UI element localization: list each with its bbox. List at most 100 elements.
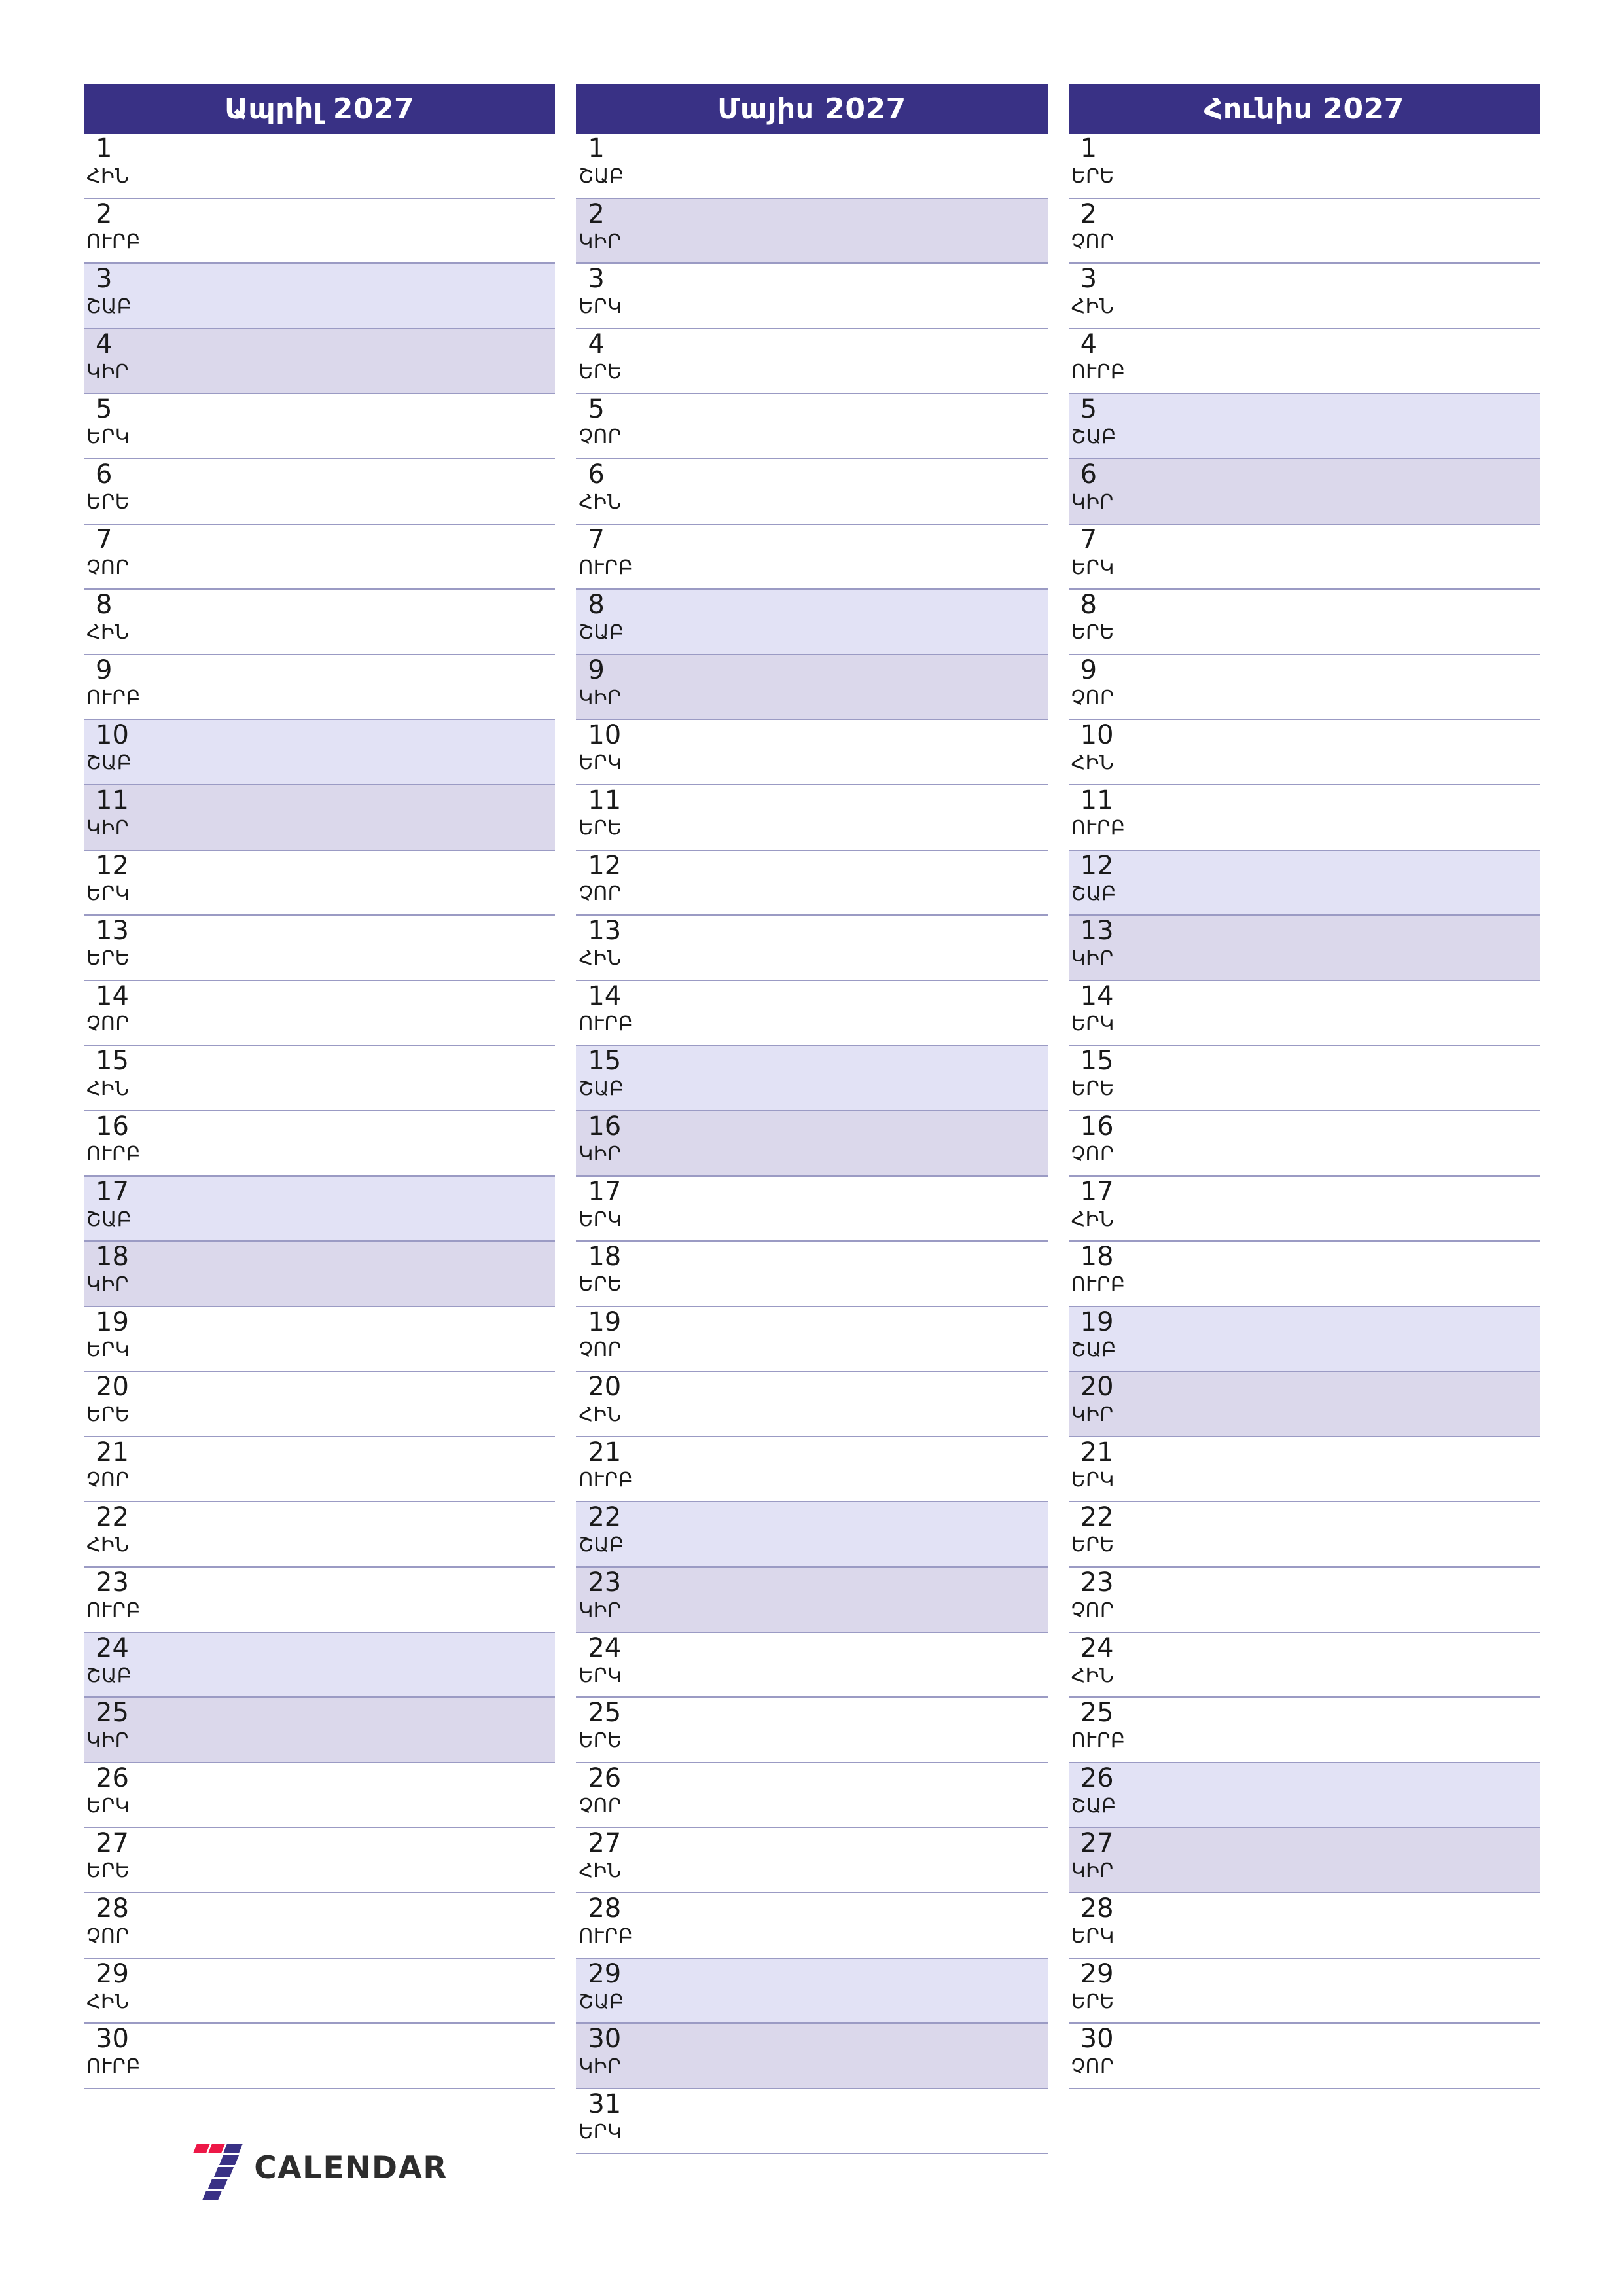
day-row[interactable]: 11 ԿԻՐ [84, 785, 556, 851]
day-row[interactable]: 22 ՇԱԲ [576, 1502, 1048, 1568]
day-row[interactable]: 14 ԵՐԿ [1068, 980, 1540, 1047]
day-row[interactable]: 30 ՉՈՐ [1068, 2024, 1540, 2089]
day-row[interactable]: 3 ԵՐԿ [576, 264, 1048, 329]
day-row[interactable]: 2 ԿԻՐ [576, 198, 1048, 264]
day-row[interactable]: 25 ԿԻՐ [84, 1698, 556, 1763]
day-row[interactable]: 18 ԿԻՐ [84, 1242, 556, 1307]
day-row[interactable]: 6 ԵՐԵ [84, 459, 556, 525]
logo-stripe [202, 2191, 223, 2200]
day-row[interactable]: 31 ԵՐԿ [576, 2089, 1048, 2155]
day-row[interactable]: 9 ԿԻՐ [576, 655, 1048, 721]
day-row[interactable]: 19 ՇԱԲ [1068, 1306, 1540, 1372]
day-row[interactable]: 27 ՀԻՆ [576, 1828, 1048, 1894]
day-row[interactable]: 24 ԵՐԿ [576, 1632, 1048, 1698]
day-row[interactable]: 14 ՉՈՐ [84, 980, 556, 1047]
day-row[interactable]: 8 ՇԱԲ [576, 590, 1048, 655]
day-row[interactable]: 27 ԵՐԵ [84, 1828, 556, 1894]
day-row[interactable]: 12 ՇԱԲ [1068, 850, 1540, 916]
day-row[interactable]: 23 ՉՈՐ [1068, 1568, 1540, 1633]
day-row[interactable]: 7 ԵՐԿ [1068, 524, 1540, 590]
day-row[interactable]: 15 ՇԱԲ [576, 1046, 1048, 1111]
day-number: 12 [1080, 850, 1114, 881]
day-row[interactable]: 15 ՀԻՆ [84, 1046, 556, 1111]
day-row[interactable]: 13 ԿԻՐ [1068, 916, 1540, 981]
weekday-abbreviation: ԿԻՐ [86, 816, 130, 840]
day-row[interactable]: 8 ԵՐԵ [1068, 590, 1540, 655]
day-row[interactable]: 21 ՈՒՐԲ [576, 1437, 1048, 1503]
day-row[interactable]: 5 ԵՐԿ [84, 394, 556, 459]
day-row[interactable]: 21 ԵՐԿ [1068, 1437, 1540, 1503]
day-row[interactable]: 23 ԿԻՐ [576, 1568, 1048, 1633]
day-row[interactable]: 6 ԿԻՐ [1068, 459, 1540, 525]
day-row[interactable]: 6 ՀԻՆ [576, 459, 1048, 525]
day-row[interactable]: 7 ՉՈՐ [84, 524, 556, 590]
day-row[interactable]: 19 ՉՈՐ [576, 1306, 1048, 1372]
day-row[interactable]: 9 ՈՒՐԲ [84, 655, 556, 721]
day-row[interactable]: 9 ՉՈՐ [1068, 655, 1540, 721]
day-row[interactable]: 4 ԵՐԵ [576, 329, 1048, 395]
day-row[interactable]: 26 ՇԱԲ [1068, 1763, 1540, 1829]
day-row[interactable]: 18 ԵՐԵ [576, 1242, 1048, 1307]
day-row[interactable]: 30 ՈՒՐԲ [84, 2024, 556, 2089]
day-row[interactable]: 29 ԵՐԵ [1068, 1958, 1540, 2024]
day-row[interactable]: 20 ԿԻՐ [1068, 1372, 1540, 1437]
day-row[interactable]: 12 ՉՈՐ [576, 850, 1048, 916]
day-number: 15 [1080, 1046, 1114, 1077]
day-row[interactable]: 26 ՉՈՐ [576, 1763, 1048, 1829]
day-row[interactable]: 16 ԿԻՐ [576, 1111, 1048, 1177]
day-row[interactable]: 26 ԵՐԿ [84, 1763, 556, 1829]
day-row[interactable]: 12 ԵՐԿ [84, 850, 556, 916]
day-row[interactable]: 29 ՀԻՆ [84, 1958, 556, 2024]
day-row[interactable]: 14 ՈՒՐԲ [576, 980, 1048, 1047]
day-row[interactable]: 1 ՀԻՆ [84, 134, 556, 199]
day-row[interactable]: 16 ՉՈՐ [1068, 1111, 1540, 1177]
day-row[interactable]: 10 ՀԻՆ [1068, 720, 1540, 785]
day-row[interactable]: 27 ԿԻՐ [1068, 1828, 1540, 1894]
day-row[interactable]: 13 ԵՐԵ [84, 916, 556, 981]
day-row[interactable]: 10 ՇԱԲ [84, 720, 556, 785]
day-row[interactable]: 17 ՇԱԲ [84, 1176, 556, 1242]
day-row[interactable]: 17 ՀԻՆ [1068, 1176, 1540, 1242]
day-row[interactable]: 1 ԵՐԵ [1068, 134, 1540, 199]
day-row[interactable]: 7 ՈՒՐԲ [576, 524, 1048, 590]
day-row[interactable]: 24 ՀԻՆ [1068, 1632, 1540, 1698]
day-row[interactable]: 4 ՈՒՐԲ [1068, 329, 1540, 395]
day-row[interactable]: 22 ՀԻՆ [84, 1502, 556, 1568]
day-row[interactable]: 25 ՈՒՐԲ [1068, 1698, 1540, 1763]
day-row[interactable]: 29 ՇԱԲ [576, 1958, 1048, 2024]
day-row[interactable]: 23 ՈՒՐԲ [84, 1568, 556, 1633]
day-row[interactable]: 3 ՇԱԲ [84, 264, 556, 329]
day-number: 16 [96, 1111, 129, 1141]
day-row[interactable]: 3 ՀԻՆ [1068, 264, 1540, 329]
weekday-abbreviation: ՉՈՐ [1071, 1599, 1115, 1623]
day-row[interactable]: 24 ՇԱԲ [84, 1632, 556, 1698]
day-row[interactable]: 17 ԵՐԿ [576, 1176, 1048, 1242]
day-row[interactable]: 15 ԵՐԵ [1068, 1046, 1540, 1111]
day-row[interactable]: 28 ՈՒՐԲ [576, 1893, 1048, 1959]
weekday-abbreviation: ԿԻՐ [1071, 1403, 1114, 1427]
day-row[interactable]: 21 ՉՈՐ [84, 1437, 556, 1503]
day-row[interactable]: 22 ԵՐԵ [1068, 1502, 1540, 1568]
day-row[interactable]: 19 ԵՐԿ [84, 1306, 556, 1372]
day-row[interactable]: 5 ՇԱԲ [1068, 394, 1540, 459]
day-row[interactable]: 13 ՀԻՆ [576, 916, 1048, 981]
day-row[interactable]: 30 ԿԻՐ [576, 2024, 1048, 2089]
weekday-abbreviation: ԵՐԵ [579, 1273, 622, 1297]
day-row[interactable]: 18 ՈՒՐԲ [1068, 1242, 1540, 1307]
day-row[interactable]: 4 ԿԻՐ [84, 329, 556, 395]
day-row[interactable]: 8 ՀԻՆ [84, 590, 556, 655]
day-row[interactable]: 2 ՉՈՐ [1068, 198, 1540, 264]
day-row[interactable]: 28 ԵՐԿ [1068, 1893, 1540, 1959]
day-row[interactable]: 16 ՈՒՐԲ [84, 1111, 556, 1177]
day-row[interactable]: 11 ՈՒՐԲ [1068, 785, 1540, 851]
day-row[interactable]: 28 ՉՈՐ [84, 1893, 556, 1959]
weekday-abbreviation: ՈՒՐԲ [1071, 360, 1126, 384]
day-row[interactable]: 25 ԵՐԵ [576, 1698, 1048, 1763]
day-row[interactable]: 20 ՀԻՆ [576, 1372, 1048, 1437]
day-row[interactable]: 2 ՈՒՐԲ [84, 198, 556, 264]
day-row[interactable]: 11 ԵՐԵ [576, 785, 1048, 851]
day-row[interactable]: 5 ՉՈՐ [576, 394, 1048, 459]
day-row[interactable]: 20 ԵՐԵ [84, 1372, 556, 1437]
day-row[interactable]: 1 ՇԱԲ [576, 134, 1048, 199]
day-row[interactable]: 10 ԵՐԿ [576, 720, 1048, 785]
